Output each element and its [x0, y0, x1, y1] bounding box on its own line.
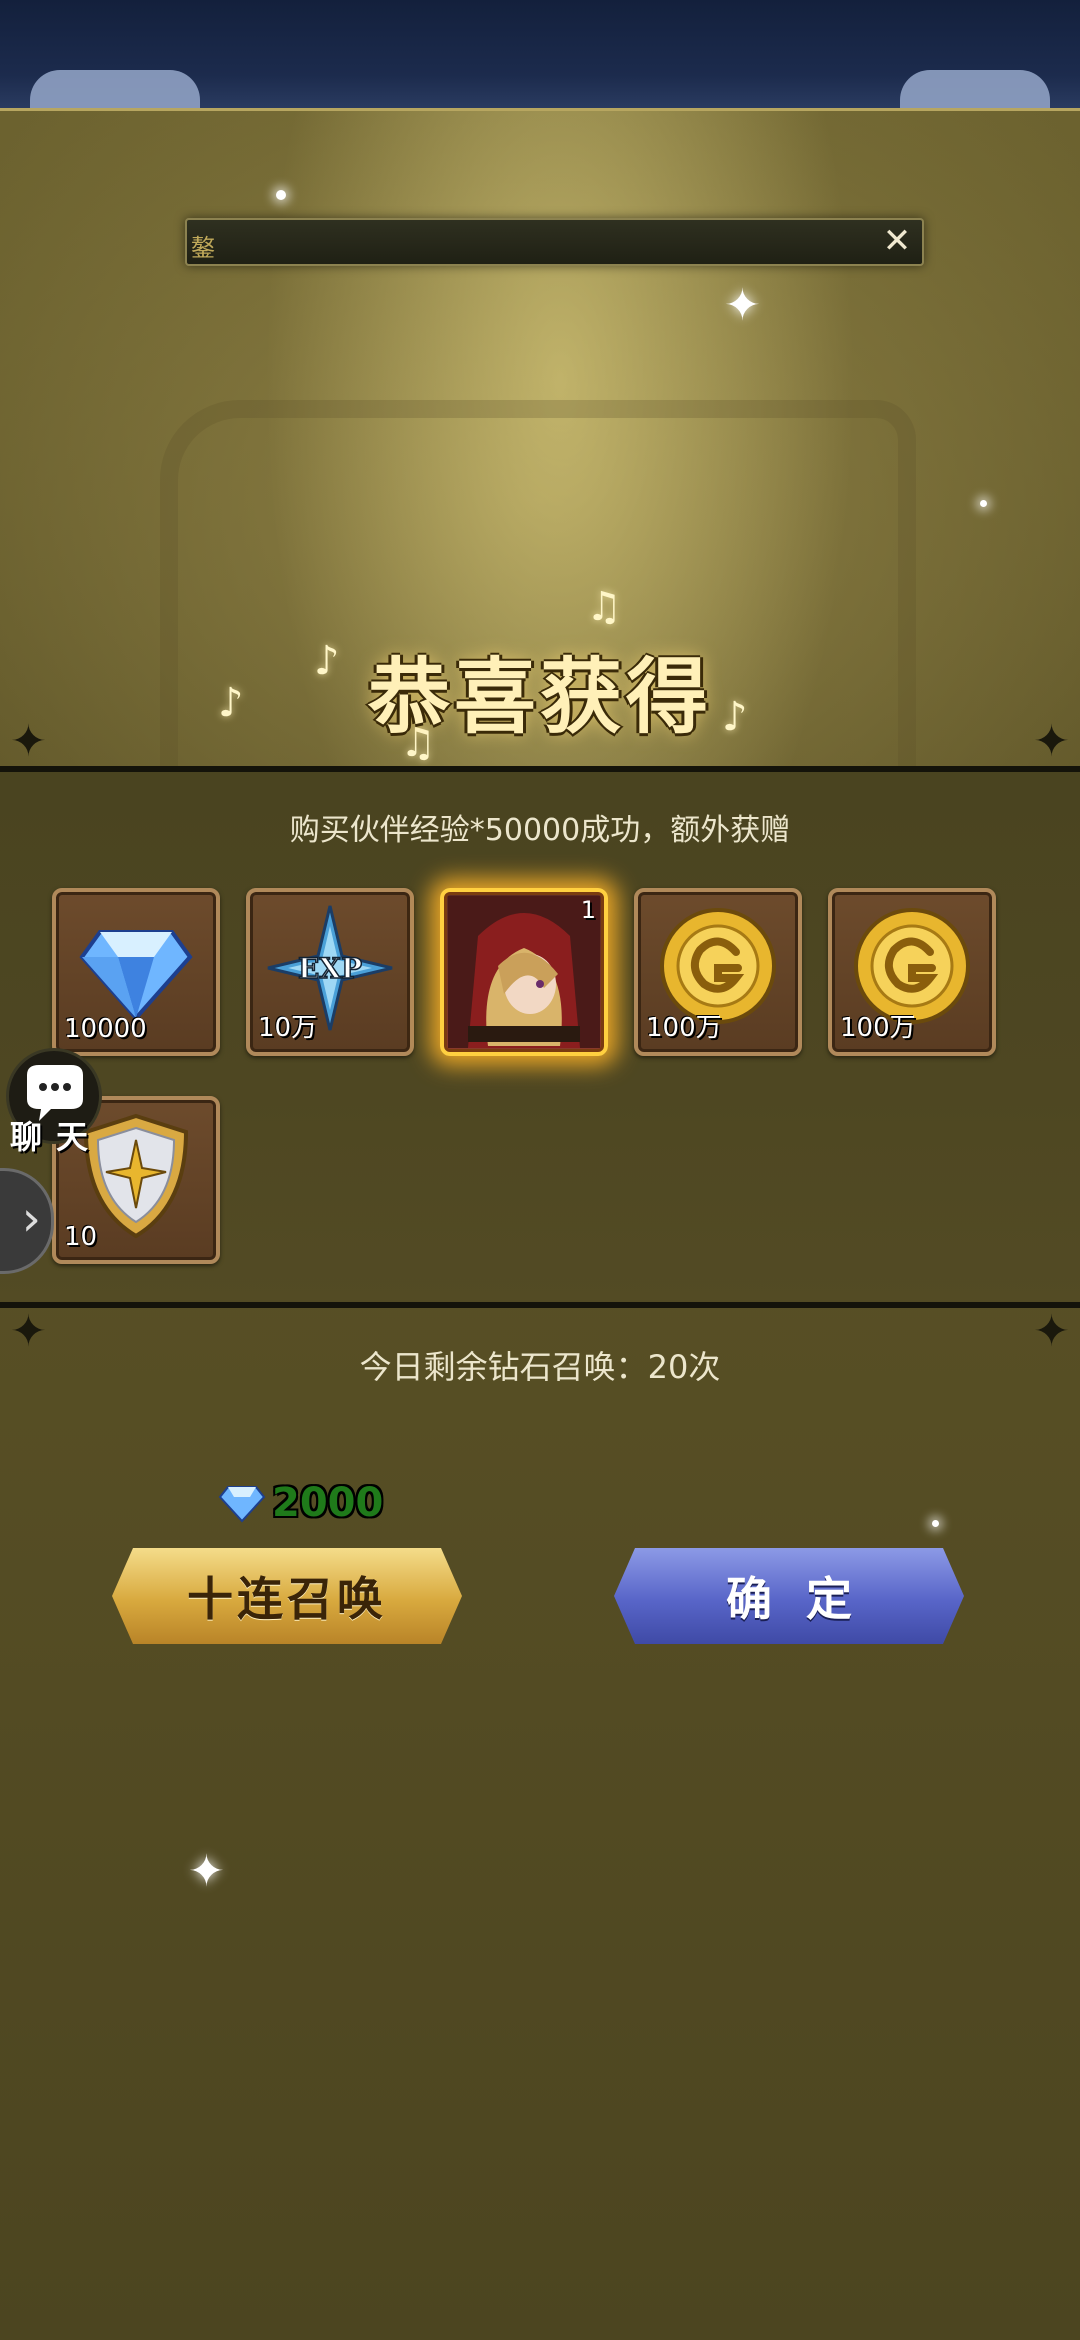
item-count: 10: [64, 1222, 98, 1252]
divider: [0, 766, 1080, 772]
congrats-title: 恭喜获得: [367, 649, 712, 745]
remaining-summons-text: 今日剩余钻石召唤：20次: [359, 1348, 721, 1386]
music-note-icon: ♫: [586, 584, 622, 630]
cost-value: 2000: [272, 1480, 384, 1526]
sparkle-icon: ✦: [724, 280, 761, 331]
reward-message: 购买伙伴经验*50000成功，额外获赠: [289, 813, 791, 848]
item-count: 10000: [64, 1014, 147, 1044]
title-bar: 鏊 ✕: [185, 218, 924, 266]
ten-summon-button[interactable]: 十连召唤: [112, 1548, 462, 1644]
confirm-label: 确定: [726, 1572, 886, 1626]
item-count: 100万: [840, 1013, 916, 1043]
chat-label[interactable]: 聊天: [10, 1112, 102, 1158]
star-icon: [276, 190, 286, 200]
reward-item-diamond[interactable]: 10000: [52, 888, 220, 1056]
top-bar: [0, 0, 1080, 111]
reward-item-hero[interactable]: 1: [440, 888, 608, 1056]
divider: [0, 1302, 1080, 1308]
item-count: 100万: [646, 1013, 722, 1043]
title-bar-tag: 鏊: [191, 234, 215, 262]
cloud-decoration: [30, 70, 200, 108]
corner-ornament: ✦: [1033, 716, 1070, 767]
sparkle-icon: ✦: [188, 1846, 225, 1897]
star-icon: [932, 1520, 939, 1527]
reward-item-gold-coin[interactable]: 100万: [828, 888, 996, 1056]
item-badge: 1: [580, 896, 596, 924]
reward-item-gold-coin[interactable]: 100万: [634, 888, 802, 1056]
confirm-button[interactable]: 确定: [614, 1548, 964, 1644]
ten-summon-label: 十连召唤: [187, 1572, 387, 1626]
chevron-right-icon: ›: [21, 1191, 41, 1247]
summon-cost: 2000: [218, 1478, 383, 1528]
svg-text:EXP: EXP: [298, 952, 362, 985]
close-icon[interactable]: ✕: [880, 224, 914, 258]
item-count: 10万: [258, 1013, 318, 1043]
corner-ornament: ✦: [10, 716, 47, 767]
star-icon: [980, 500, 987, 507]
cloud-decoration: [900, 70, 1050, 108]
diamond-icon: [218, 1486, 266, 1523]
hero-portrait-icon: [448, 896, 600, 1048]
reward-item-exp[interactable]: EXP 10万: [246, 888, 414, 1056]
